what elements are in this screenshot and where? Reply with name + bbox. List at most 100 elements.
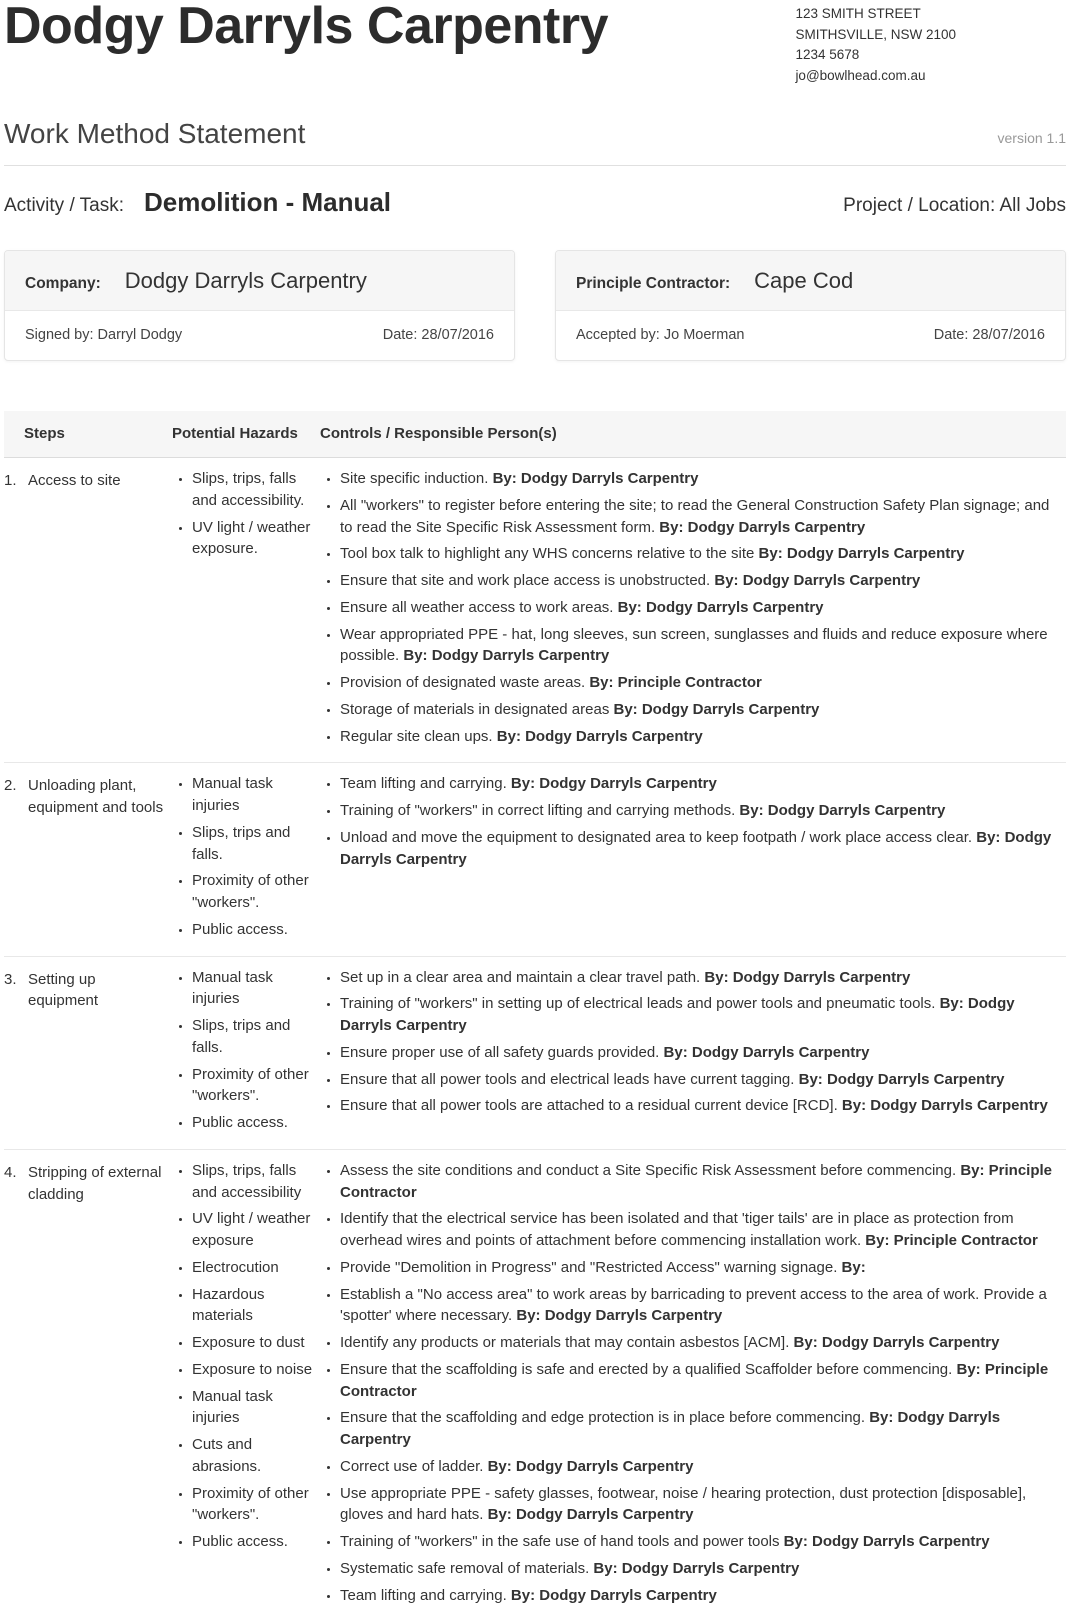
control-text: Team lifting and carrying.: [340, 1587, 511, 1604]
control-by: By: Dodgy Darryls Carpentry: [664, 1044, 870, 1061]
control-item: Identify that the electrical service has…: [340, 1208, 1066, 1252]
hazard-item: Public access.: [192, 1531, 314, 1553]
hazard-item: Proximity of other "workers".: [192, 1483, 314, 1527]
hazard-item: Exposure to dust: [192, 1332, 314, 1354]
control-text: Team lifting and carrying.: [340, 775, 511, 792]
contractor-card-top: Principle Contractor: Cape Cod: [556, 251, 1065, 312]
hazard-item: UV light / weather exposure: [192, 1208, 314, 1252]
control-by: By: Dodgy Darryls Carpentry: [618, 599, 824, 616]
control-text: Provide "Demolition in Progress" and "Re…: [340, 1259, 842, 1276]
control-text: Ensure that the scaffolding is safe and …: [340, 1361, 957, 1378]
col-hazards: Potential Hazards: [172, 423, 320, 445]
control-item: Wear appropriated PPE - hat, long sleeve…: [340, 624, 1066, 668]
table-row: 1.Access to siteSlips, trips, falls and …: [4, 458, 1066, 763]
row-step: Unloading plant, equipment and tools: [28, 773, 176, 945]
signed-date: Date: 28/07/2016: [383, 325, 494, 346]
hazard-item: Manual task injuries: [192, 1386, 314, 1430]
control-by: By: Dodgy Darryls Carpentry: [759, 545, 965, 562]
row-controls: Set up in a clear area and maintain a cl…: [324, 967, 1066, 1139]
control-text: Ensure that all power tools and electric…: [340, 1071, 799, 1088]
control-item: Ensure proper use of all safety guards p…: [340, 1042, 1066, 1064]
table-body: 1.Access to siteSlips, trips, falls and …: [4, 458, 1066, 1621]
control-text: Correct use of ladder.: [340, 1458, 488, 1475]
control-item: Set up in a clear area and maintain a cl…: [340, 967, 1066, 989]
control-text: Ensure that the scaffolding and edge pro…: [340, 1409, 869, 1426]
control-text: Assess the site conditions and conduct a…: [340, 1162, 960, 1179]
accepted-by: Accepted by: Jo Moerman: [576, 325, 934, 346]
control-by: By: Principle Contractor: [589, 674, 762, 691]
control-by: By: Dodgy Darryls Carpentry: [516, 1307, 722, 1324]
control-text: Unload and move the equipment to designa…: [340, 829, 976, 846]
control-by: By: Dodgy Darryls Carpentry: [794, 1334, 1000, 1351]
control-text: Ensure that site and work place access i…: [340, 572, 714, 589]
control-item: Unload and move the equipment to designa…: [340, 827, 1066, 871]
control-by: By: Dodgy Darryls Carpentry: [511, 775, 717, 792]
control-by: By: Dodgy Darryls Carpentry: [842, 1097, 1048, 1114]
control-by: By: Dodgy Darryls Carpentry: [799, 1071, 1005, 1088]
control-item: Ensure that all power tools are attached…: [340, 1095, 1066, 1117]
control-by: By: Dodgy Darryls Carpentry: [593, 1560, 799, 1577]
control-text: Identify any products or materials that …: [340, 1334, 794, 1351]
control-text: Storage of materials in designated areas: [340, 701, 614, 718]
row-number: 2.: [4, 773, 28, 945]
control-item: Systematic safe removal of materials. By…: [340, 1558, 1066, 1580]
control-item: Training of "workers" in the safe use of…: [340, 1531, 1066, 1553]
doc-row: Work Method Statement version 1.1: [4, 114, 1066, 166]
activity-row: Activity / Task: Demolition - Manual Pro…: [4, 184, 1066, 222]
activity-value: Demolition - Manual: [144, 184, 843, 222]
control-text: Regular site clean ups.: [340, 728, 497, 745]
address-line1: 123 SMITH STREET: [795, 4, 956, 24]
hazard-item: Exposure to noise: [192, 1359, 314, 1381]
control-by: By: Dodgy Darryls Carpentry: [714, 572, 920, 589]
control-by: By: Dodgy Darryls Carpentry: [488, 1458, 694, 1475]
hazard-item: Public access.: [192, 919, 314, 941]
control-item: Training of "workers" in setting up of e…: [340, 993, 1066, 1037]
row-step: Access to site: [28, 468, 176, 752]
control-text: Ensure all weather access to work areas.: [340, 599, 618, 616]
table-header: Steps Potential Hazards Controls / Respo…: [4, 411, 1066, 458]
hazard-item: Manual task injuries: [192, 773, 314, 817]
row-controls: Site specific induction. By: Dodgy Darry…: [324, 468, 1066, 752]
control-text: Training of "workers" in setting up of e…: [340, 995, 940, 1012]
doc-type: Work Method Statement: [4, 114, 998, 155]
control-item: Establish a "No access area" to work are…: [340, 1284, 1066, 1328]
control-item: Tool box talk to highlight any WHS conce…: [340, 543, 1066, 565]
contractor-card-bottom: Accepted by: Jo Moerman Date: 28/07/2016: [556, 311, 1065, 360]
control-item: Provide "Demolition in Progress" and "Re…: [340, 1257, 1066, 1279]
control-item: All "workers" to register before enterin…: [340, 495, 1066, 539]
control-item: Ensure all weather access to work areas.…: [340, 597, 1066, 619]
control-item: Correct use of ladder. By: Dodgy Darryls…: [340, 1456, 1066, 1478]
row-controls: Team lifting and carrying. By: Dodgy Dar…: [324, 773, 1066, 945]
control-by: By: Dodgy Darryls Carpentry: [614, 701, 820, 718]
hazard-item: UV light / weather exposure.: [192, 517, 314, 561]
control-item: Identify any products or materials that …: [340, 1332, 1066, 1354]
control-item: Training of "workers" in correct lifting…: [340, 800, 1066, 822]
control-by: By: Dodgy Darryls Carpentry: [488, 1506, 694, 1523]
control-item: Ensure that site and work place access i…: [340, 570, 1066, 592]
company-card: Company: Dodgy Darryls Carpentry Signed …: [4, 250, 515, 362]
row-number: 1.: [4, 468, 28, 752]
row-hazards: Manual task injuriesSlips, trips and fal…: [176, 773, 324, 945]
hazard-item: Manual task injuries: [192, 967, 314, 1011]
control-text: Tool box talk to highlight any WHS conce…: [340, 545, 759, 562]
table-row: 4.Stripping of external claddingSlips, t…: [4, 1150, 1066, 1621]
control-by: By: Dodgy Darryls Carpentry: [659, 519, 865, 536]
hazard-item: Public access.: [192, 1112, 314, 1134]
row-hazards: Slips, trips, falls and accessibility.UV…: [176, 468, 324, 752]
control-item: Site specific induction. By: Dodgy Darry…: [340, 468, 1066, 490]
hazard-item: Hazardous materials: [192, 1284, 314, 1328]
control-text: Set up in a clear area and maintain a cl…: [340, 969, 704, 986]
control-text: Provision of designated waste areas.: [340, 674, 589, 691]
control-text: Ensure that all power tools are attached…: [340, 1097, 842, 1114]
row-step: Stripping of external cladding: [28, 1160, 176, 1612]
control-text: Ensure proper use of all safety guards p…: [340, 1044, 664, 1061]
hazard-item: Proximity of other "workers".: [192, 870, 314, 914]
control-by: By: Dodgy Darryls Carpentry: [497, 728, 703, 745]
project-label: Project / Location: All Jobs: [843, 192, 1066, 220]
control-text: Training of "workers" in the safe use of…: [340, 1533, 784, 1550]
control-item: Assess the site conditions and conduct a…: [340, 1160, 1066, 1204]
row-number: 4.: [4, 1160, 28, 1612]
accepted-date: Date: 28/07/2016: [934, 325, 1045, 346]
email: jo@bowlhead.com.au: [795, 66, 956, 86]
control-item: Team lifting and carrying. By: Dodgy Dar…: [340, 773, 1066, 795]
